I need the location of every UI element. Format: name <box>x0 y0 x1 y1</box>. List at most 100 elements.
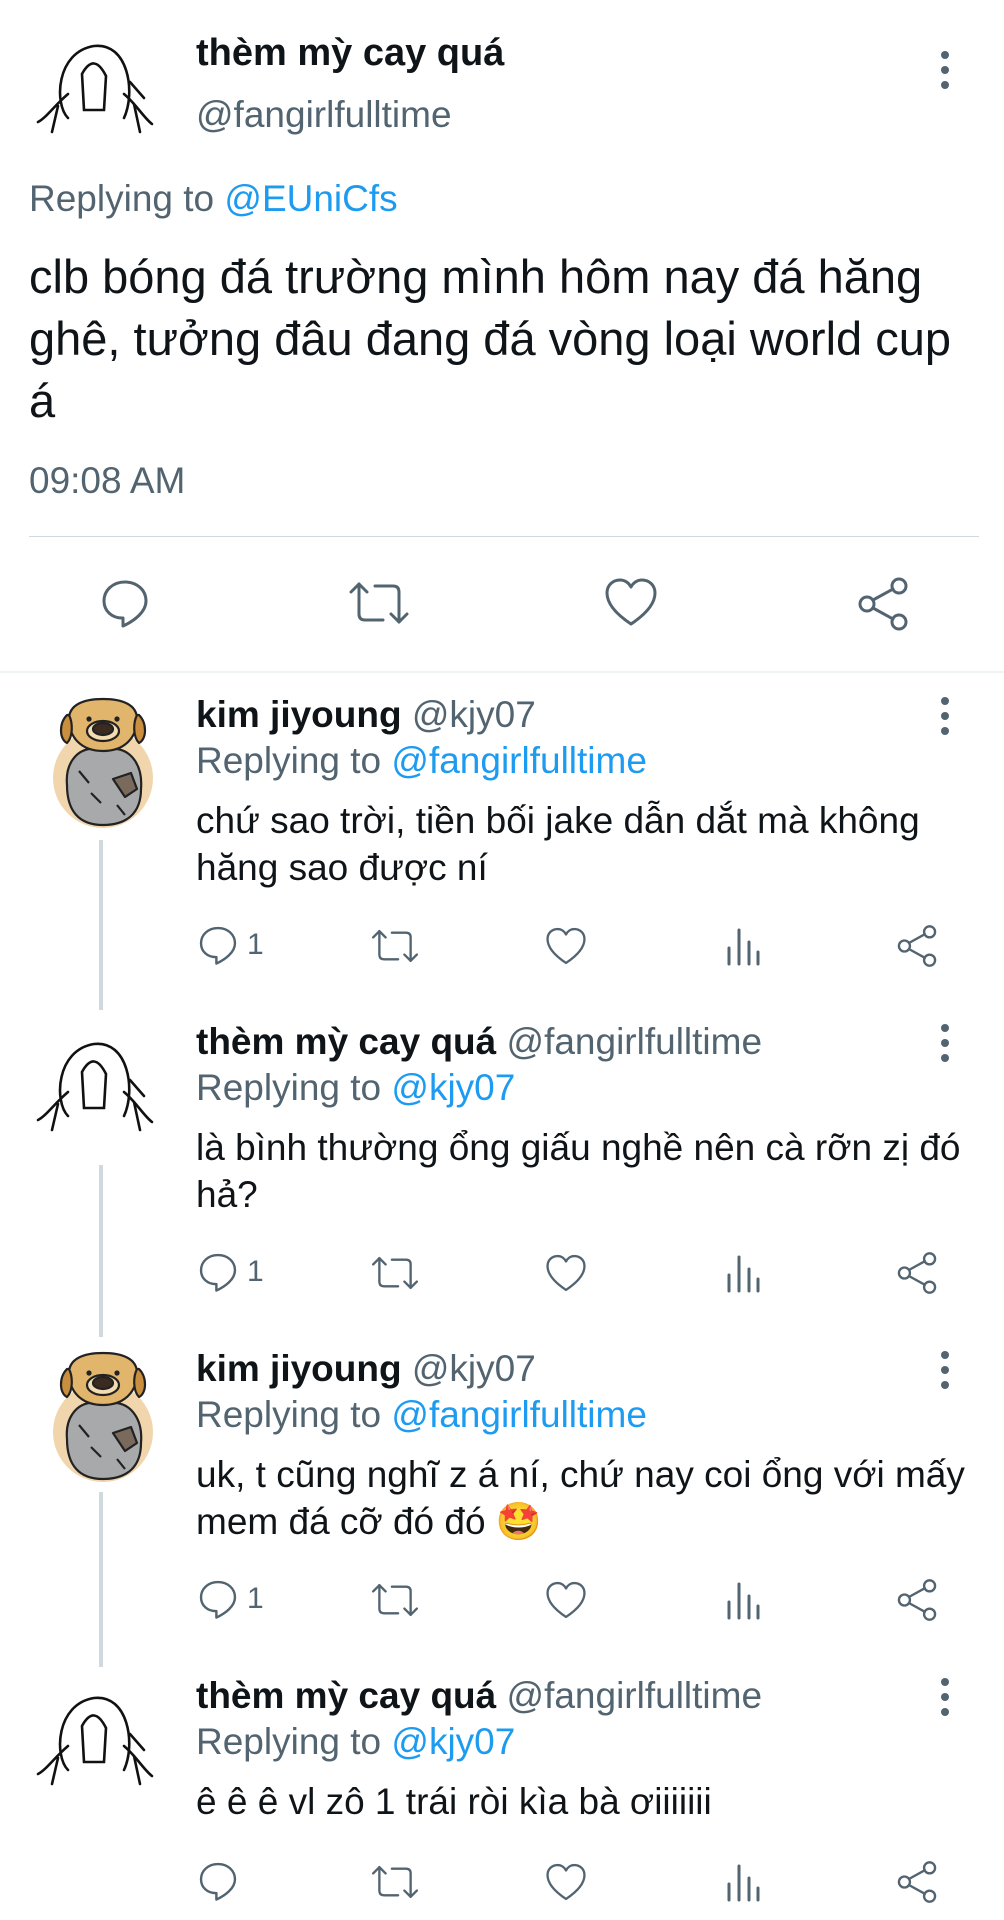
bar-chart-icon <box>727 928 760 966</box>
views-button[interactable] <box>725 1253 761 1293</box>
handle[interactable]: @kjy07 <box>412 1348 536 1389</box>
heart-icon <box>546 1254 586 1292</box>
like-button[interactable] <box>544 1253 588 1293</box>
main-tweet-text: clb bóng đá trường mình hôm nay đá hăng … <box>29 250 951 427</box>
main-handle[interactable]: @fangirlfulltime <box>196 94 452 136</box>
reply-text: chứ sao trời, tiền bối jake dẫn dắt mà k… <box>196 800 920 888</box>
thread-line <box>99 1165 103 1337</box>
reply-count: 1 <box>247 1255 264 1288</box>
reply-button[interactable] <box>99 577 151 629</box>
display-name[interactable]: thèm mỳ cay quá <box>196 1021 496 1062</box>
bar-chart-icon <box>727 1255 760 1293</box>
share-icon <box>897 1252 937 1294</box>
avatar[interactable] <box>51 1347 155 1485</box>
replying-label: Replying to <box>196 1394 382 1435</box>
views-button[interactable] <box>725 926 761 966</box>
speech-bubble-icon <box>199 926 237 965</box>
handle[interactable]: @fangirlfulltime <box>507 1021 763 1062</box>
retweet-button[interactable] <box>370 1582 420 1618</box>
heart-icon <box>546 927 586 965</box>
replying-label: Replying to <box>196 740 382 781</box>
retweet-button[interactable] <box>347 580 411 626</box>
speech-bubble-icon <box>199 1580 237 1619</box>
retweet-arrows-icon <box>349 582 409 624</box>
heart-icon <box>605 578 657 626</box>
like-button[interactable] <box>603 576 659 628</box>
share-button[interactable] <box>895 1860 939 1904</box>
vertical-dots-icon <box>941 1024 949 1032</box>
replying-label: Replying to <box>196 1721 382 1762</box>
reply-count: 1 <box>247 1582 264 1615</box>
avatar[interactable] <box>24 34 168 134</box>
reply-author[interactable]: thèm mỳ cay quá @fangirlfulltime <box>196 1675 762 1717</box>
replying-line: Replying to @kjy07 <box>196 1067 515 1109</box>
share-button[interactable] <box>895 924 939 968</box>
replying-to-link[interactable]: @fangirlfulltime <box>391 740 647 781</box>
retweet-arrows-icon <box>371 1256 419 1290</box>
more-options-button[interactable] <box>939 51 951 89</box>
main-replying-line: Replying to @EUniCfs <box>29 178 398 220</box>
replying-to-link[interactable]: @kjy07 <box>391 1721 515 1762</box>
reply-text: uk, t cũng nghĩ z á ní, chứ nay coi ổng … <box>196 1454 965 1542</box>
reply-author[interactable]: kim jiyoung @kjy07 <box>196 1348 536 1390</box>
main-display-name[interactable]: thèm mỳ cay quá <box>196 32 504 75</box>
replying-line: Replying to @kjy07 <box>196 1721 515 1763</box>
views-button[interactable] <box>725 1580 761 1620</box>
share-button[interactable] <box>895 1578 939 1622</box>
handle[interactable]: @kjy07 <box>412 694 536 735</box>
speech-bubble-icon <box>102 580 148 628</box>
heart-icon <box>546 1863 586 1901</box>
like-button[interactable] <box>544 1580 588 1620</box>
share-button[interactable] <box>855 576 911 632</box>
heart-icon <box>546 1581 586 1619</box>
bar-chart-icon <box>727 1864 760 1902</box>
speech-bubble-icon <box>199 1862 237 1901</box>
avatar[interactable] <box>24 1032 168 1132</box>
tweet-timestamp[interactable]: 09:08 AM <box>29 460 185 502</box>
display-name[interactable]: kim jiyoung <box>196 694 402 735</box>
share-button[interactable] <box>895 1251 939 1295</box>
retweet-arrows-icon <box>371 1865 419 1899</box>
share-icon <box>897 1861 937 1903</box>
like-button[interactable] <box>544 1862 588 1902</box>
more-options-button[interactable] <box>939 697 951 735</box>
more-options-button[interactable] <box>939 1351 951 1389</box>
thread-line <box>99 1492 103 1667</box>
reply-text: là bình thường ổng giấu nghề nên cà rỡn … <box>196 1127 961 1215</box>
vertical-dots-icon <box>941 697 949 705</box>
reply-author[interactable]: thèm mỳ cay quá @fangirlfulltime <box>196 1021 762 1063</box>
retweet-arrows-icon <box>371 929 419 963</box>
section-divider <box>0 671 1004 673</box>
avatar[interactable] <box>51 693 155 831</box>
vertical-dots-icon <box>941 51 949 59</box>
avatar[interactable] <box>24 1686 168 1786</box>
reply-button[interactable] <box>197 1860 247 1902</box>
reply-author[interactable]: kim jiyoung @kjy07 <box>196 694 536 736</box>
reply-text: ê ê ê vl zô 1 trái ròi kìa bà ơiiiiiii <box>196 1781 712 1822</box>
replying-label: Replying to <box>29 178 215 219</box>
replying-line: Replying to @fangirlfulltime <box>196 740 647 782</box>
replying-to-link[interactable]: @EUniCfs <box>224 178 397 219</box>
replying-to-link[interactable]: @fangirlfulltime <box>391 1394 647 1435</box>
replying-to-link[interactable]: @kjy07 <box>391 1067 515 1108</box>
share-icon <box>897 1579 937 1621</box>
more-options-button[interactable] <box>939 1678 951 1716</box>
reply-button[interactable]: 1 <box>197 1251 264 1293</box>
reply-button[interactable]: 1 <box>197 1578 264 1620</box>
share-icon <box>897 925 937 967</box>
reply-count: 1 <box>247 928 264 961</box>
handle[interactable]: @fangirlfulltime <box>507 1675 763 1716</box>
views-button[interactable] <box>725 1862 761 1902</box>
display-name[interactable]: thèm mỳ cay quá <box>196 1675 496 1716</box>
share-icon <box>858 577 908 631</box>
like-button[interactable] <box>544 926 588 966</box>
replying-label: Replying to <box>196 1067 382 1108</box>
vertical-dots-icon <box>941 1351 949 1359</box>
display-name[interactable]: kim jiyoung <box>196 1348 402 1389</box>
retweet-button[interactable] <box>370 928 420 964</box>
retweet-button[interactable] <box>370 1255 420 1291</box>
thread-line <box>99 840 103 1010</box>
reply-button[interactable]: 1 <box>197 924 264 966</box>
more-options-button[interactable] <box>939 1024 951 1062</box>
retweet-button[interactable] <box>370 1864 420 1900</box>
